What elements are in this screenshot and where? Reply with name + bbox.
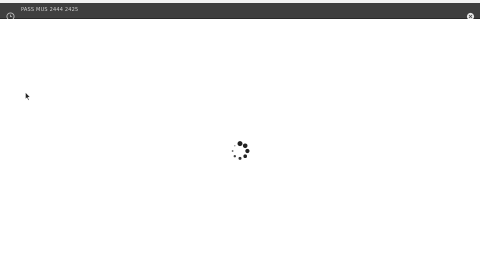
loading-spinner-icon bbox=[229, 140, 251, 162]
mouse-pointer-icon bbox=[25, 86, 31, 101]
clock-icon[interactable] bbox=[6, 6, 15, 21]
window-title: PASS MUS 2444 2425 bbox=[21, 7, 79, 13]
close-circle-icon[interactable] bbox=[466, 6, 475, 21]
title-bar: PASS MUS 2444 2425 bbox=[0, 3, 480, 21]
